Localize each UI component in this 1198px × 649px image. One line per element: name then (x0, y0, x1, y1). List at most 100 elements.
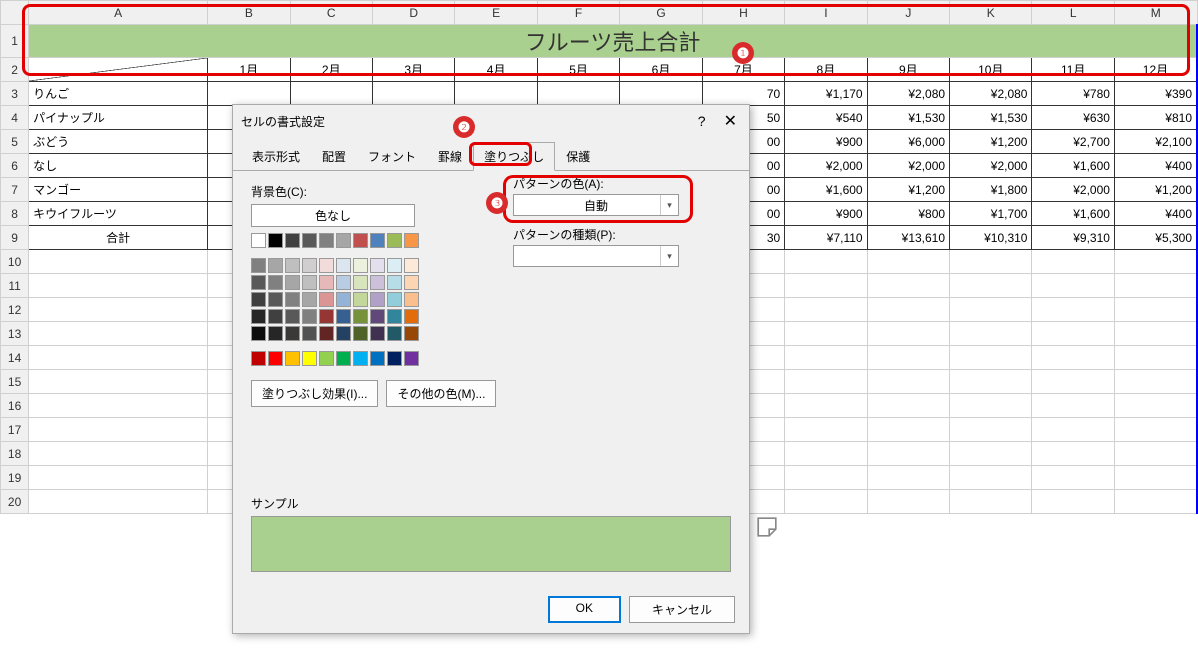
row-2[interactable]: 2 (1, 58, 29, 82)
color-swatch[interactable] (285, 275, 300, 290)
color-swatch[interactable] (251, 351, 266, 366)
color-swatch[interactable] (285, 351, 300, 366)
tab-border[interactable]: 罫線 (427, 142, 473, 171)
color-swatch[interactable] (353, 326, 368, 341)
row-6[interactable]: 6 (1, 154, 29, 178)
color-swatch[interactable] (387, 275, 402, 290)
fruit-label[interactable]: キウイフルーツ (29, 202, 208, 226)
col-B[interactable]: B (208, 1, 290, 25)
color-swatch[interactable] (319, 233, 334, 248)
color-swatch[interactable] (268, 233, 283, 248)
color-swatch[interactable] (336, 275, 351, 290)
row-9[interactable]: 9 (1, 226, 29, 250)
fruit-label[interactable]: りんご (29, 82, 208, 106)
ok-button[interactable]: OK (548, 596, 621, 623)
color-swatch[interactable] (319, 275, 334, 290)
row-10[interactable]: 10 (1, 250, 29, 274)
color-swatch[interactable] (268, 292, 283, 307)
col-I[interactable]: I (785, 1, 867, 25)
color-swatch[interactable] (387, 292, 402, 307)
col-K[interactable]: K (950, 1, 1032, 25)
col-A[interactable]: A (29, 1, 208, 25)
color-swatch[interactable] (387, 233, 402, 248)
row-5[interactable]: 5 (1, 130, 29, 154)
col-L[interactable]: L (1032, 1, 1114, 25)
color-swatch[interactable] (404, 292, 419, 307)
help-icon[interactable]: ? (698, 113, 706, 129)
cancel-button[interactable]: キャンセル (629, 596, 735, 623)
color-swatch[interactable] (387, 326, 402, 341)
color-swatch[interactable] (404, 233, 419, 248)
color-swatch[interactable] (268, 351, 283, 366)
tab-protection[interactable]: 保護 (555, 142, 601, 171)
fruit-label[interactable]: パイナップル (29, 106, 208, 130)
row-3[interactable]: 3 (1, 82, 29, 106)
color-swatch[interactable] (404, 309, 419, 324)
color-swatch[interactable] (319, 351, 334, 366)
color-swatch[interactable] (251, 309, 266, 324)
color-swatch[interactable] (319, 309, 334, 324)
row-12[interactable]: 12 (1, 298, 29, 322)
color-swatch[interactable] (370, 233, 385, 248)
color-swatch[interactable] (302, 258, 317, 273)
color-swatch[interactable] (370, 292, 385, 307)
color-swatch[interactable] (302, 292, 317, 307)
color-swatch[interactable] (251, 258, 266, 273)
color-swatch[interactable] (336, 326, 351, 341)
color-swatch[interactable] (336, 258, 351, 273)
pattern-type-select[interactable]: ▾ (513, 245, 679, 267)
color-swatch[interactable] (353, 258, 368, 273)
color-swatch[interactable] (370, 258, 385, 273)
color-swatch[interactable] (353, 233, 368, 248)
color-swatch[interactable] (336, 309, 351, 324)
color-swatch[interactable] (370, 275, 385, 290)
color-swatch[interactable] (370, 309, 385, 324)
row-18[interactable]: 18 (1, 442, 29, 466)
row-19[interactable]: 19 (1, 466, 29, 490)
more-colors-button[interactable]: その他の色(M)... (386, 380, 496, 407)
col-H[interactable]: H (702, 1, 784, 25)
color-swatch[interactable] (404, 275, 419, 290)
fruit-label[interactable]: マンゴー (29, 178, 208, 202)
row-15[interactable]: 15 (1, 370, 29, 394)
color-swatch[interactable] (387, 309, 402, 324)
color-swatch[interactable] (370, 326, 385, 341)
color-swatch[interactable] (353, 309, 368, 324)
color-swatch[interactable] (336, 292, 351, 307)
fruit-label[interactable]: ぶどう (29, 130, 208, 154)
row-7[interactable]: 7 (1, 178, 29, 202)
color-swatch[interactable] (251, 233, 266, 248)
row-20[interactable]: 20 (1, 490, 29, 514)
color-swatch[interactable] (302, 275, 317, 290)
color-swatch[interactable] (302, 233, 317, 248)
tab-font[interactable]: フォント (357, 142, 427, 171)
color-swatch[interactable] (319, 292, 334, 307)
color-swatch[interactable] (387, 351, 402, 366)
color-swatch[interactable] (319, 326, 334, 341)
color-swatch[interactable] (285, 309, 300, 324)
tab-alignment[interactable]: 配置 (311, 142, 357, 171)
color-swatch[interactable] (285, 326, 300, 341)
color-swatch[interactable] (285, 233, 300, 248)
row-8[interactable]: 8 (1, 202, 29, 226)
col-E[interactable]: E (455, 1, 537, 25)
row-17[interactable]: 17 (1, 418, 29, 442)
color-swatch[interactable] (285, 292, 300, 307)
col-C[interactable]: C (290, 1, 372, 25)
pattern-color-select[interactable]: 自動 ▾ (513, 194, 679, 216)
no-color-button[interactable]: 色なし (251, 204, 415, 227)
title-cell[interactable]: フルーツ売上合計 (29, 25, 1197, 58)
color-swatch[interactable] (302, 309, 317, 324)
col-M[interactable]: M (1114, 1, 1197, 25)
color-swatch[interactable] (268, 309, 283, 324)
color-swatch[interactable] (251, 275, 266, 290)
color-swatch[interactable] (336, 233, 351, 248)
color-swatch[interactable] (370, 351, 385, 366)
color-swatch[interactable] (404, 326, 419, 341)
tab-number-format[interactable]: 表示形式 (241, 142, 311, 171)
color-swatch[interactable] (268, 258, 283, 273)
color-swatch[interactable] (251, 292, 266, 307)
color-swatch[interactable] (353, 275, 368, 290)
row-11[interactable]: 11 (1, 274, 29, 298)
row-1[interactable]: 1 (1, 25, 29, 58)
